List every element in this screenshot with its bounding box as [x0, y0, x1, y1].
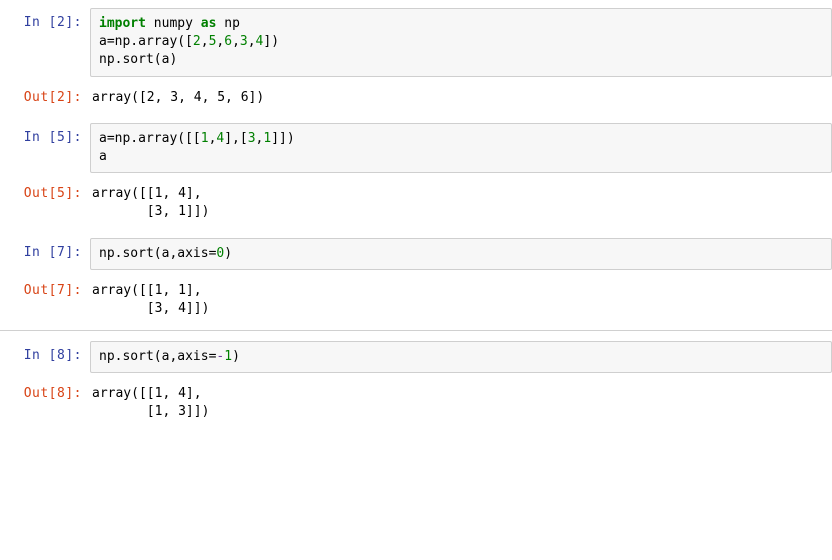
code-cell: In [8]: np.sort(a,axis=-1) [0, 341, 832, 373]
input-prompt: In [8]: [0, 341, 90, 365]
output-cell: Out[5]: array([[1, 4], [3, 1]]) [0, 179, 832, 221]
code-cell: In [5]: a=np.array([[1,4],[3,1]]) a [0, 123, 832, 173]
output-prompt: Out[8]: [0, 379, 90, 403]
code-output: array([[1, 4], [3, 1]]) [90, 179, 832, 221]
output-prompt: Out[7]: [0, 276, 90, 300]
input-prompt: In [2]: [0, 8, 90, 32]
output-cell: Out[8]: array([[1, 4], [1, 3]]) [0, 379, 832, 421]
code-cell: In [7]: np.sort(a,axis=0) [0, 238, 832, 270]
code-output: array([[1, 1], [3, 4]]) [90, 276, 832, 318]
code-output: array([[1, 4], [1, 3]]) [90, 379, 832, 421]
output-prompt: Out[5]: [0, 179, 90, 203]
code-input[interactable]: np.sort(a,axis=-1) [90, 341, 832, 373]
divider [0, 330, 832, 331]
output-prompt: Out[2]: [0, 83, 90, 107]
code-cell: In [2]: import numpy as np a=np.array([2… [0, 8, 832, 77]
code-output: array([2, 3, 4, 5, 6]) [90, 83, 832, 107]
code-input[interactable]: np.sort(a,axis=0) [90, 238, 832, 270]
output-cell: Out[7]: array([[1, 1], [3, 4]]) [0, 276, 832, 318]
output-cell: Out[2]: array([2, 3, 4, 5, 6]) [0, 83, 832, 107]
input-prompt: In [7]: [0, 238, 90, 262]
code-input[interactable]: a=np.array([[1,4],[3,1]]) a [90, 123, 832, 173]
input-prompt: In [5]: [0, 123, 90, 147]
code-input[interactable]: import numpy as np a=np.array([2,5,6,3,4… [90, 8, 832, 77]
